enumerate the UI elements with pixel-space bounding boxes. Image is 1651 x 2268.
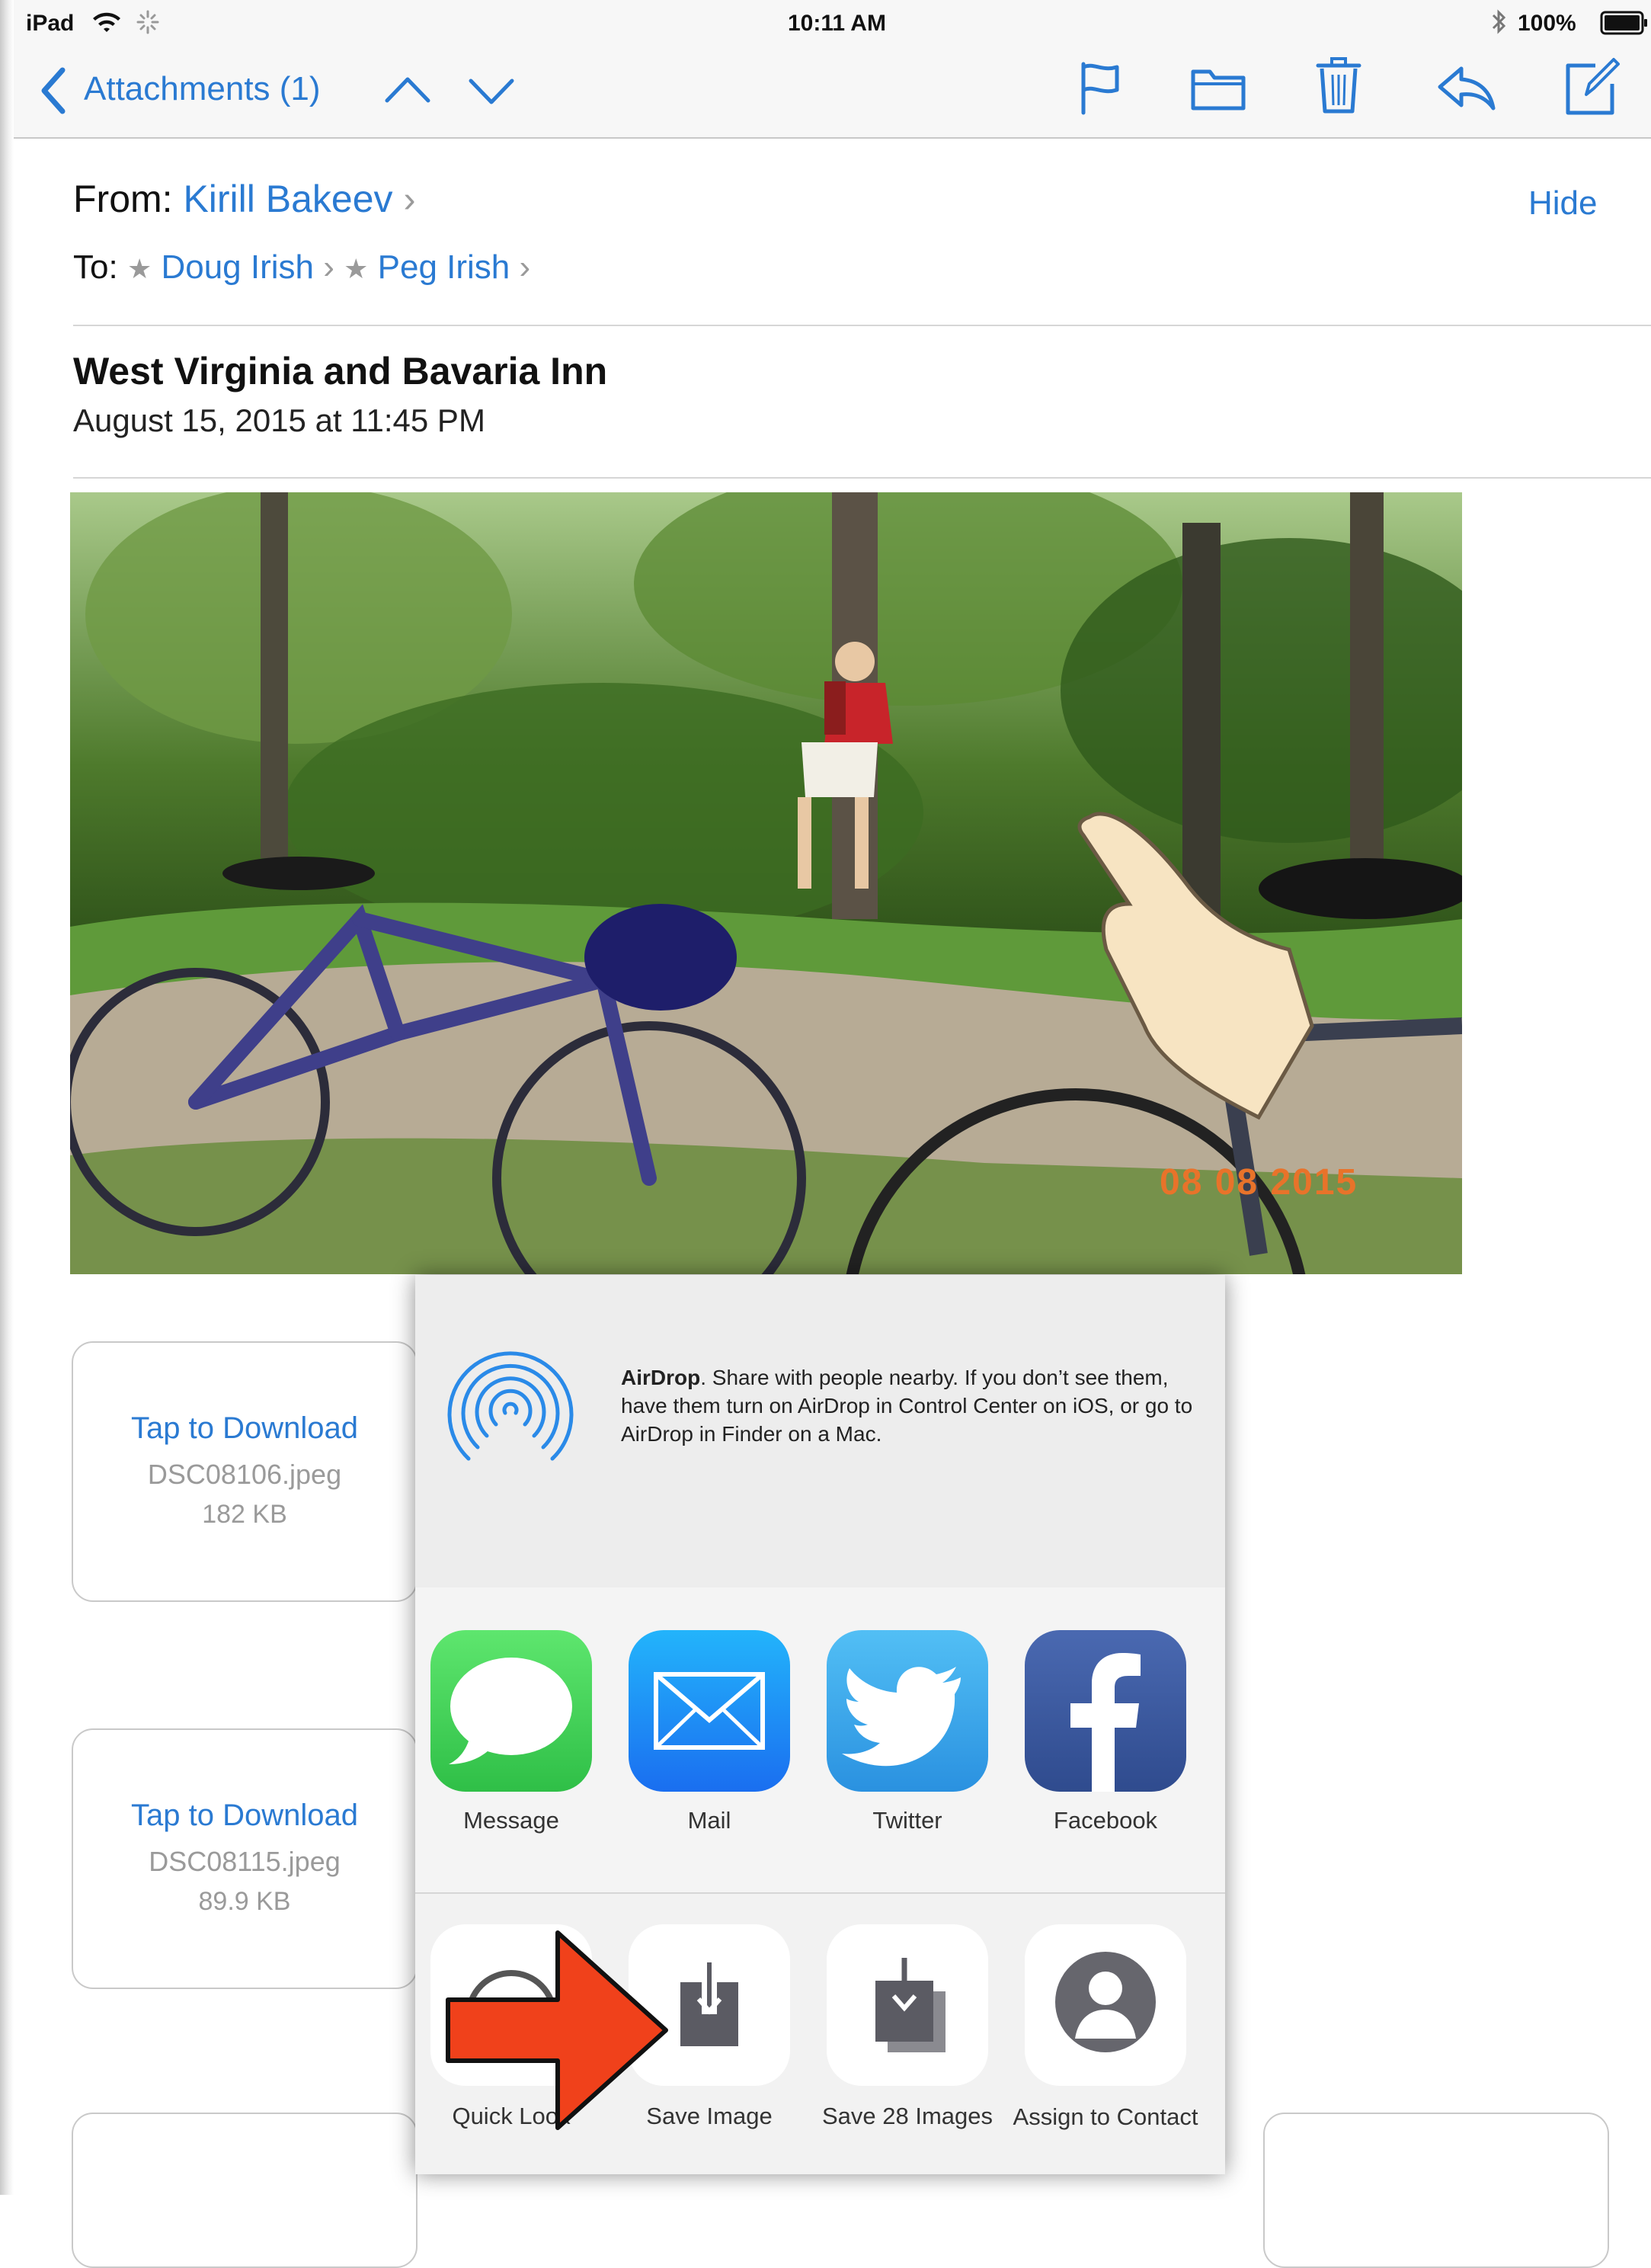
attachment-filename: DSC08106.jpeg bbox=[147, 1459, 342, 1490]
facebook-f-icon bbox=[1070, 1653, 1141, 1792]
clock: 10:11 AM bbox=[788, 11, 886, 36]
recipient-chevron-icon[interactable]: › bbox=[520, 248, 531, 286]
photo-date-stamp: 08 08 2015 bbox=[1160, 1162, 1358, 1203]
battery-percent: 100% bbox=[1518, 11, 1576, 36]
attachment-card[interactable]: Tap to Download DSC08106.jpeg 182 KB bbox=[72, 1341, 418, 1602]
message-label[interactable]: Message bbox=[415, 1807, 610, 1834]
twitter-bird-icon bbox=[842, 1667, 961, 1767]
assign-to-contact-label[interactable]: Assign to Contact bbox=[1006, 2103, 1205, 2132]
compose-icon[interactable] bbox=[1563, 55, 1621, 116]
airdrop-icon[interactable] bbox=[438, 1333, 583, 1478]
twitter-app-icon[interactable] bbox=[827, 1630, 988, 1792]
share-apps-row: Message Mail Twitter Facebook bbox=[415, 1587, 1225, 1894]
attachment-filename: DSC08115.jpeg bbox=[149, 1846, 341, 1877]
save-all-images-button[interactable] bbox=[827, 1924, 988, 2086]
to-label: To: bbox=[73, 248, 118, 286]
chevron-up-icon[interactable] bbox=[384, 75, 431, 105]
status-bar: iPad 10:11 AM 100% bbox=[14, 0, 1651, 47]
attachment-size: 89.9 KB bbox=[198, 1887, 291, 1916]
back-chevron-icon[interactable] bbox=[40, 67, 67, 114]
airdrop-text: . Share with people nearby. If you don’t… bbox=[621, 1366, 1193, 1446]
from-label: From: bbox=[73, 178, 173, 220]
airdrop-description: AirDrop. Share with people nearby. If yo… bbox=[621, 1363, 1208, 1448]
sender-name[interactable]: Kirill Bakeev bbox=[183, 178, 392, 220]
save-all-images-label[interactable]: Save 28 Images bbox=[808, 2103, 1006, 2130]
speech-bubble-icon bbox=[449, 1658, 572, 1764]
star-icon: ★ bbox=[126, 253, 152, 284]
airdrop-title: AirDrop bbox=[621, 1366, 701, 1389]
recipient-doug[interactable]: Doug Irish bbox=[161, 248, 314, 286]
bluetooth-icon bbox=[1492, 9, 1506, 34]
airdrop-section: AirDrop. Share with people nearby. If yo… bbox=[415, 1275, 1225, 1589]
download-label[interactable]: Tap to Download bbox=[73, 1411, 416, 1446]
download-label[interactable]: Tap to Download bbox=[73, 1799, 416, 1833]
facebook-label[interactable]: Facebook bbox=[1006, 1807, 1205, 1834]
photo-scene bbox=[70, 492, 1462, 1274]
envelope-icon bbox=[654, 1672, 765, 1750]
photo-attachment[interactable]: 08 08 2015 bbox=[70, 492, 1462, 1274]
message-app-icon[interactable] bbox=[430, 1630, 592, 1792]
navigation-bar: Attachments (1) bbox=[14, 47, 1651, 139]
wifi-icon bbox=[93, 12, 120, 32]
attachment-card-partial[interactable] bbox=[72, 2113, 418, 2268]
reply-icon[interactable] bbox=[1435, 64, 1498, 111]
sender-chevron-icon[interactable]: › bbox=[403, 180, 415, 220]
screenshot-edge bbox=[0, 0, 14, 2195]
trash-icon[interactable] bbox=[1315, 55, 1362, 116]
flag-icon[interactable] bbox=[1077, 61, 1123, 116]
facebook-app-icon[interactable] bbox=[1025, 1630, 1186, 1792]
from-row: From: Kirill Bakeev › bbox=[73, 177, 415, 221]
message-date: August 15, 2015 at 11:45 PM bbox=[73, 402, 485, 438]
recipient-peg[interactable]: Peg Irish bbox=[378, 248, 510, 286]
download-stack-icon bbox=[875, 1958, 945, 2052]
back-button[interactable]: Attachments (1) bbox=[84, 70, 321, 108]
folder-icon[interactable] bbox=[1190, 66, 1246, 111]
assign-to-contact-button[interactable] bbox=[1025, 1924, 1186, 2086]
mail-app-icon[interactable] bbox=[629, 1630, 790, 1792]
attachment-size: 182 KB bbox=[202, 1500, 287, 1529]
subject: West Virginia and Bavaria Inn bbox=[73, 350, 608, 392]
twitter-label[interactable]: Twitter bbox=[808, 1807, 1006, 1834]
hide-details-button[interactable]: Hide bbox=[1528, 184, 1598, 223]
device-name: iPad bbox=[26, 11, 75, 36]
callout-arrow-icon bbox=[446, 1930, 668, 2130]
to-row: To: ★ Doug Irish › ★ Peg Irish › bbox=[73, 248, 530, 287]
attachment-card-partial[interactable] bbox=[1263, 2113, 1609, 2268]
activity-spinner-icon bbox=[136, 10, 159, 34]
battery-icon bbox=[1600, 11, 1647, 35]
mail-label[interactable]: Mail bbox=[610, 1807, 808, 1834]
attachment-card[interactable]: Tap to Download DSC08115.jpeg 89.9 KB bbox=[72, 1728, 418, 1989]
chevron-down-icon[interactable] bbox=[468, 76, 515, 107]
contact-silhouette-icon bbox=[1055, 1952, 1156, 2052]
divider bbox=[73, 477, 1651, 479]
star-icon: ★ bbox=[344, 253, 369, 284]
divider bbox=[73, 325, 1651, 326]
recipient-chevron-icon[interactable]: › bbox=[323, 248, 334, 286]
